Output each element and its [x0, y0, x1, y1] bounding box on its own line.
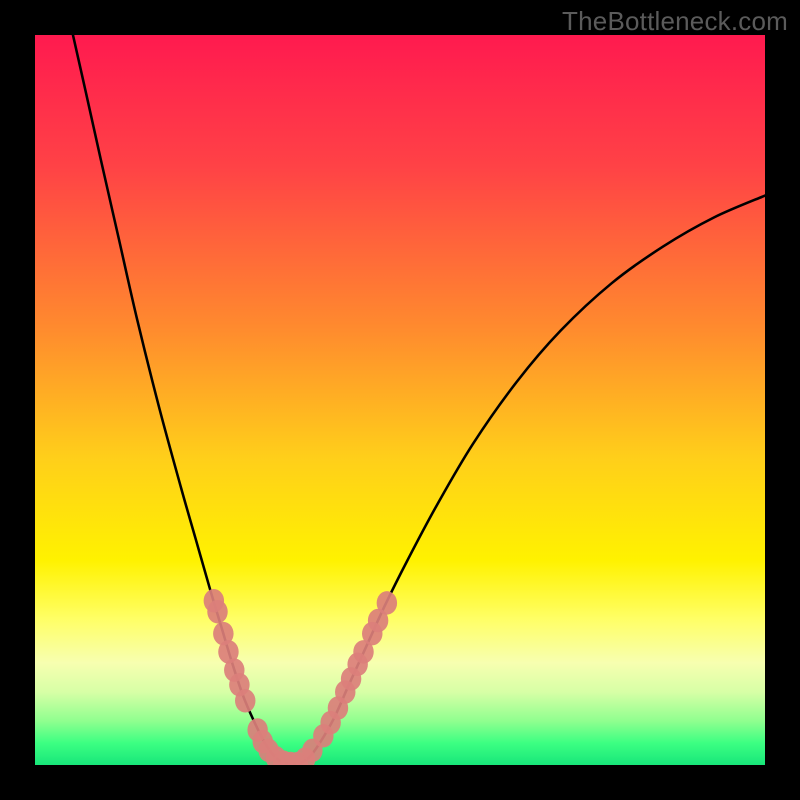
data-marker: [377, 591, 397, 615]
data-markers: [204, 589, 397, 765]
bottleneck-curve: [73, 35, 765, 764]
watermark-text: TheBottleneck.com: [562, 6, 788, 37]
chart-frame: TheBottleneck.com: [0, 0, 800, 800]
data-marker: [235, 689, 255, 713]
plot-area: [35, 35, 765, 765]
data-marker: [207, 600, 227, 624]
curve-layer: [35, 35, 765, 765]
